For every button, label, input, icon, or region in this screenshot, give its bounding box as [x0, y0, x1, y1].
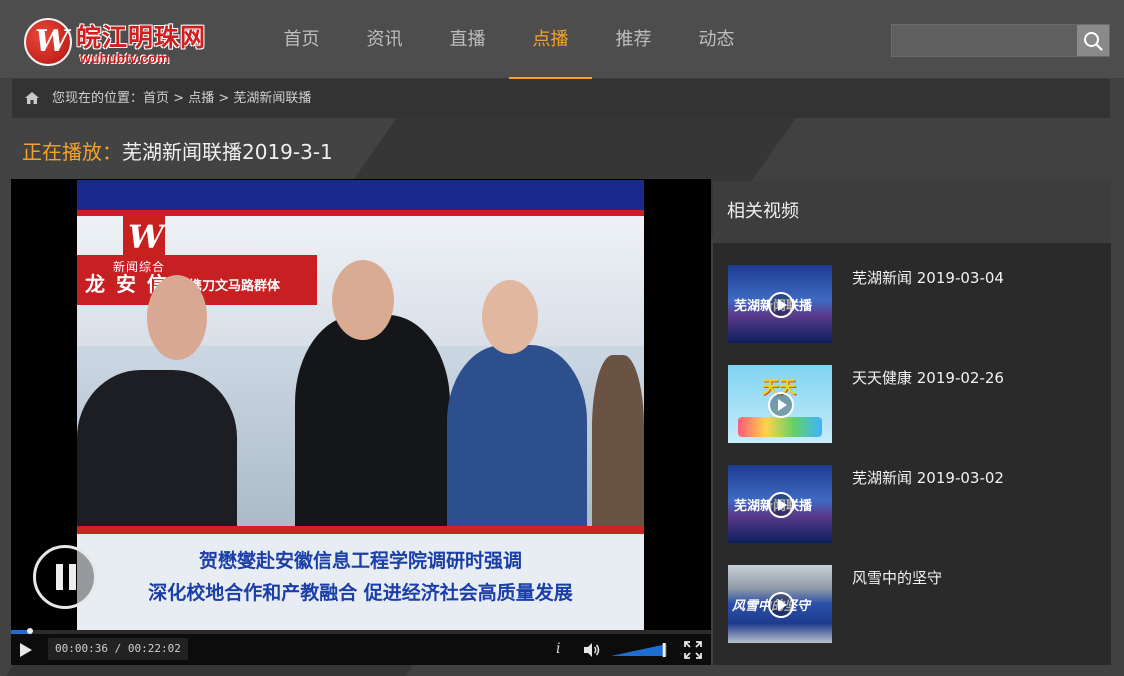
breadcrumb-separator: > [214, 91, 234, 106]
related-video-title[interactable]: 天天健康 2019-02-26 [852, 367, 1004, 388]
volume-slider[interactable] [611, 643, 669, 657]
info-icon[interactable]: i [556, 641, 560, 657]
search-box [891, 24, 1110, 57]
channel-logo-label: 新闻综合 [113, 260, 166, 274]
play-icon[interactable] [19, 642, 33, 658]
related-video-thumbnail[interactable]: 天天 [728, 365, 832, 443]
site-header: W 皖江明珠网 wuhubtv.com 首页 资讯 直播 点播 推荐 动态 [0, 0, 1124, 79]
nav-item-recommend[interactable]: 推荐 [592, 0, 675, 79]
related-video-title[interactable]: 风雪中的坚守 [852, 567, 942, 588]
breadcrumb-separator: > [169, 91, 189, 106]
now-playing-name: 芜湖新闻联播2019-3-1 [122, 140, 333, 164]
nav-item-home[interactable]: 首页 [260, 0, 343, 79]
site-logo[interactable]: W 皖江明珠网 wuhubtv.com [24, 14, 210, 68]
breadcrumb-prefix: 您现在的位置： [52, 91, 144, 106]
fullscreen-icon[interactable] [684, 641, 702, 659]
time-display: 00:00:36 / 00:22:02 [48, 638, 188, 660]
current-time: 00:00:36 [55, 642, 108, 655]
related-videos-panel: 相关视频 芜湖新闻联播 芜湖新闻 2019-03-04 天天 天天健康 2019… [713, 181, 1111, 665]
related-video-thumbnail[interactable]: 芜湖新闻联播 [728, 465, 832, 543]
search-input[interactable] [892, 25, 1078, 56]
related-video-item[interactable]: 芜湖新闻联播 芜湖新闻 2019-03-02 [728, 465, 1100, 543]
channel-logo-icon: W [123, 212, 167, 256]
logo-emblem-icon: W [24, 18, 72, 66]
related-video-item[interactable]: 天天 天天健康 2019-02-26 [728, 365, 1100, 443]
now-playing-title: 正在播放：芜湖新闻联播2019-3-1 [22, 136, 333, 165]
related-video-title[interactable]: 芜湖新闻 2019-03-04 [852, 267, 1004, 288]
video-player[interactable]: 龙 安 信 携刀文马路群体 W 新闻综合 贺懋燮赴安徽信息工程学院调研时强调 深… [11, 179, 711, 665]
svg-text:W: W [128, 218, 165, 256]
video-caption-line2: 深化校地合作和产教融合 促进经济社会高质量发展 [148, 582, 573, 604]
nav-item-live[interactable]: 直播 [426, 0, 509, 79]
related-video-title[interactable]: 芜湖新闻 2019-03-02 [852, 467, 1004, 488]
video-person [482, 280, 538, 354]
thumbnail-play-icon [768, 492, 794, 518]
now-playing-prefix: 正在播放： [22, 140, 122, 164]
search-icon [1084, 31, 1103, 51]
video-person [295, 315, 450, 535]
video-person [447, 345, 587, 535]
video-person [332, 260, 394, 340]
nav-item-dynamics[interactable]: 动态 [675, 0, 758, 79]
volume-icon[interactable] [583, 642, 601, 658]
video-person [147, 275, 207, 360]
video-caption-line1: 贺懋燮赴安徽信息工程学院调研时强调 [198, 550, 522, 572]
video-frame[interactable]: 龙 安 信 携刀文马路群体 W 新闻综合 贺懋燮赴安徽信息工程学院调研时强调 深… [77, 180, 644, 631]
video-caption-bar: 贺懋燮赴安徽信息工程学院调研时强调 深化校地合作和产教融合 促进经济社会高质量发… [77, 526, 644, 630]
thumbnail-play-icon [768, 292, 794, 318]
main-nav: 首页 资讯 直播 点播 推荐 动态 [260, 0, 758, 79]
pause-overlay-button[interactable] [33, 545, 97, 609]
thumbnail-play-icon [768, 392, 794, 418]
search-button[interactable] [1077, 25, 1109, 56]
related-videos-heading: 相关视频 [713, 181, 1111, 243]
related-video-item[interactable]: 芜湖新闻联播 芜湖新闻 2019-03-04 [728, 265, 1100, 343]
logo-chinese-text: 皖江明珠网 [76, 23, 207, 52]
home-icon [25, 92, 39, 104]
video-banner-text-2: 携刀文马路群体 [189, 279, 281, 294]
breadcrumb: 您现在的位置：首页 > 点播 > 芜湖新闻联播 [12, 79, 1110, 118]
related-video-thumbnail[interactable]: 芜湖新闻联播 [728, 265, 832, 343]
thumbnail-graphic [738, 417, 822, 437]
video-top-bar [77, 180, 644, 210]
duration: 00:22:02 [127, 642, 181, 655]
breadcrumb-vod[interactable]: 点播 [188, 91, 214, 106]
video-person [592, 355, 644, 535]
thumbnail-play-icon [768, 592, 794, 618]
breadcrumb-home[interactable]: 首页 [143, 91, 169, 106]
time-separator: / [107, 642, 128, 655]
control-bar: 00:00:36 / 00:22:02 i [11, 634, 711, 665]
related-video-thumbnail[interactable]: 风雪中的坚守 [728, 565, 832, 643]
logo-domain-text: wuhubtv.com [80, 50, 170, 66]
breadcrumb-current[interactable]: 芜湖新闻联播 [233, 91, 311, 106]
nav-item-news[interactable]: 资讯 [343, 0, 426, 79]
nav-item-vod[interactable]: 点播 [509, 0, 592, 79]
video-person [77, 370, 237, 540]
related-video-item[interactable]: 风雪中的坚守 风雪中的坚守 [728, 565, 1100, 643]
